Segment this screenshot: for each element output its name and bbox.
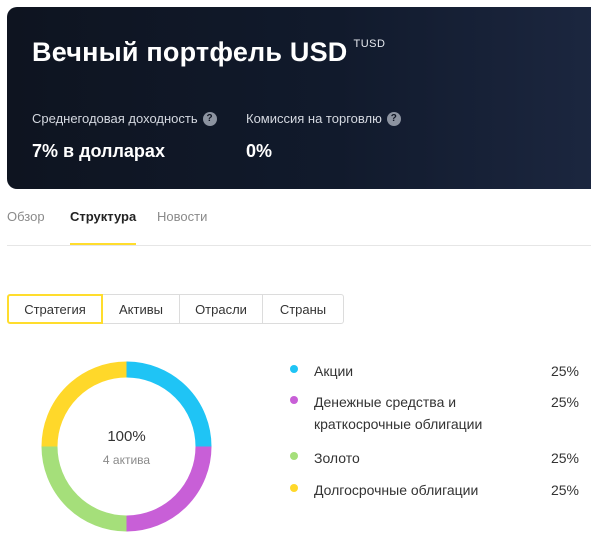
trading-fee-value: 0% — [246, 141, 273, 161]
legend-item: Золото 25% — [290, 447, 585, 469]
legend-item: Долгосрочные облигации 25% — [290, 479, 585, 501]
legend-color-dot — [290, 396, 298, 404]
segment-strategy[interactable]: Стратегия — [7, 294, 103, 324]
section-tabs: Обзор Структура Новости — [7, 203, 591, 246]
donut-center: 100% 4 актива — [41, 361, 212, 532]
question-circle-icon[interactable]: ? — [386, 112, 401, 126]
title-row: Вечный портфель USD TUSD — [32, 35, 385, 69]
page-title: Вечный портфель USD — [32, 37, 348, 67]
segment-sectors[interactable]: Отрасли — [179, 294, 263, 324]
legend-label: Денежные средства и — [314, 394, 457, 410]
legend-percent: 25% — [550, 450, 579, 466]
legend-label: Долгосрочные облигации — [314, 482, 479, 498]
legend-color-dot — [290, 484, 298, 492]
annual-return-metric: Среднегодовая доходность ? 7% в долларах — [32, 110, 217, 162]
tab-news[interactable]: Новости — [157, 209, 207, 225]
segment-countries[interactable]: Страны — [262, 294, 344, 324]
structure-view-switcher: Стратегия Активы Отрасли Страны — [7, 294, 344, 324]
legend-label: Золото — [314, 450, 360, 466]
legend-item: Акции 25% — [290, 360, 585, 382]
segment-assets[interactable]: Активы — [102, 294, 180, 324]
donut-subtitle: 4 актива — [102, 453, 151, 467]
legend-label: Акции — [314, 363, 354, 379]
legend-label-line2: краткосрочные облигации — [314, 416, 483, 432]
portfolio-header: Вечный портфель USD TUSD Среднегодовая д… — [7, 7, 591, 189]
legend-color-dot — [290, 452, 298, 460]
question-circle-icon[interactable]: ? — [202, 112, 217, 126]
legend-percent: 25% — [550, 394, 579, 410]
tab-structure[interactable]: Структура — [70, 209, 137, 245]
tab-overview[interactable]: Обзор — [7, 209, 45, 225]
trading-fee-metric: Комиссия на торговлю ? 0% — [246, 110, 401, 162]
annual-return-label: Среднегодовая доходность — [32, 111, 198, 126]
legend-percent: 25% — [550, 482, 579, 498]
trading-fee-label: Комиссия на торговлю — [246, 111, 382, 126]
ticker-label: TUSD — [353, 38, 386, 50]
legend-percent: 25% — [550, 363, 579, 379]
donut-total: 100% — [107, 428, 146, 445]
legend-item: Денежные средства и краткосрочные облига… — [290, 391, 585, 435]
legend-color-dot — [290, 365, 298, 373]
allocation-donut-chart: 100% 4 актива — [41, 361, 212, 532]
annual-return-value: 7% в долларах — [32, 141, 165, 161]
